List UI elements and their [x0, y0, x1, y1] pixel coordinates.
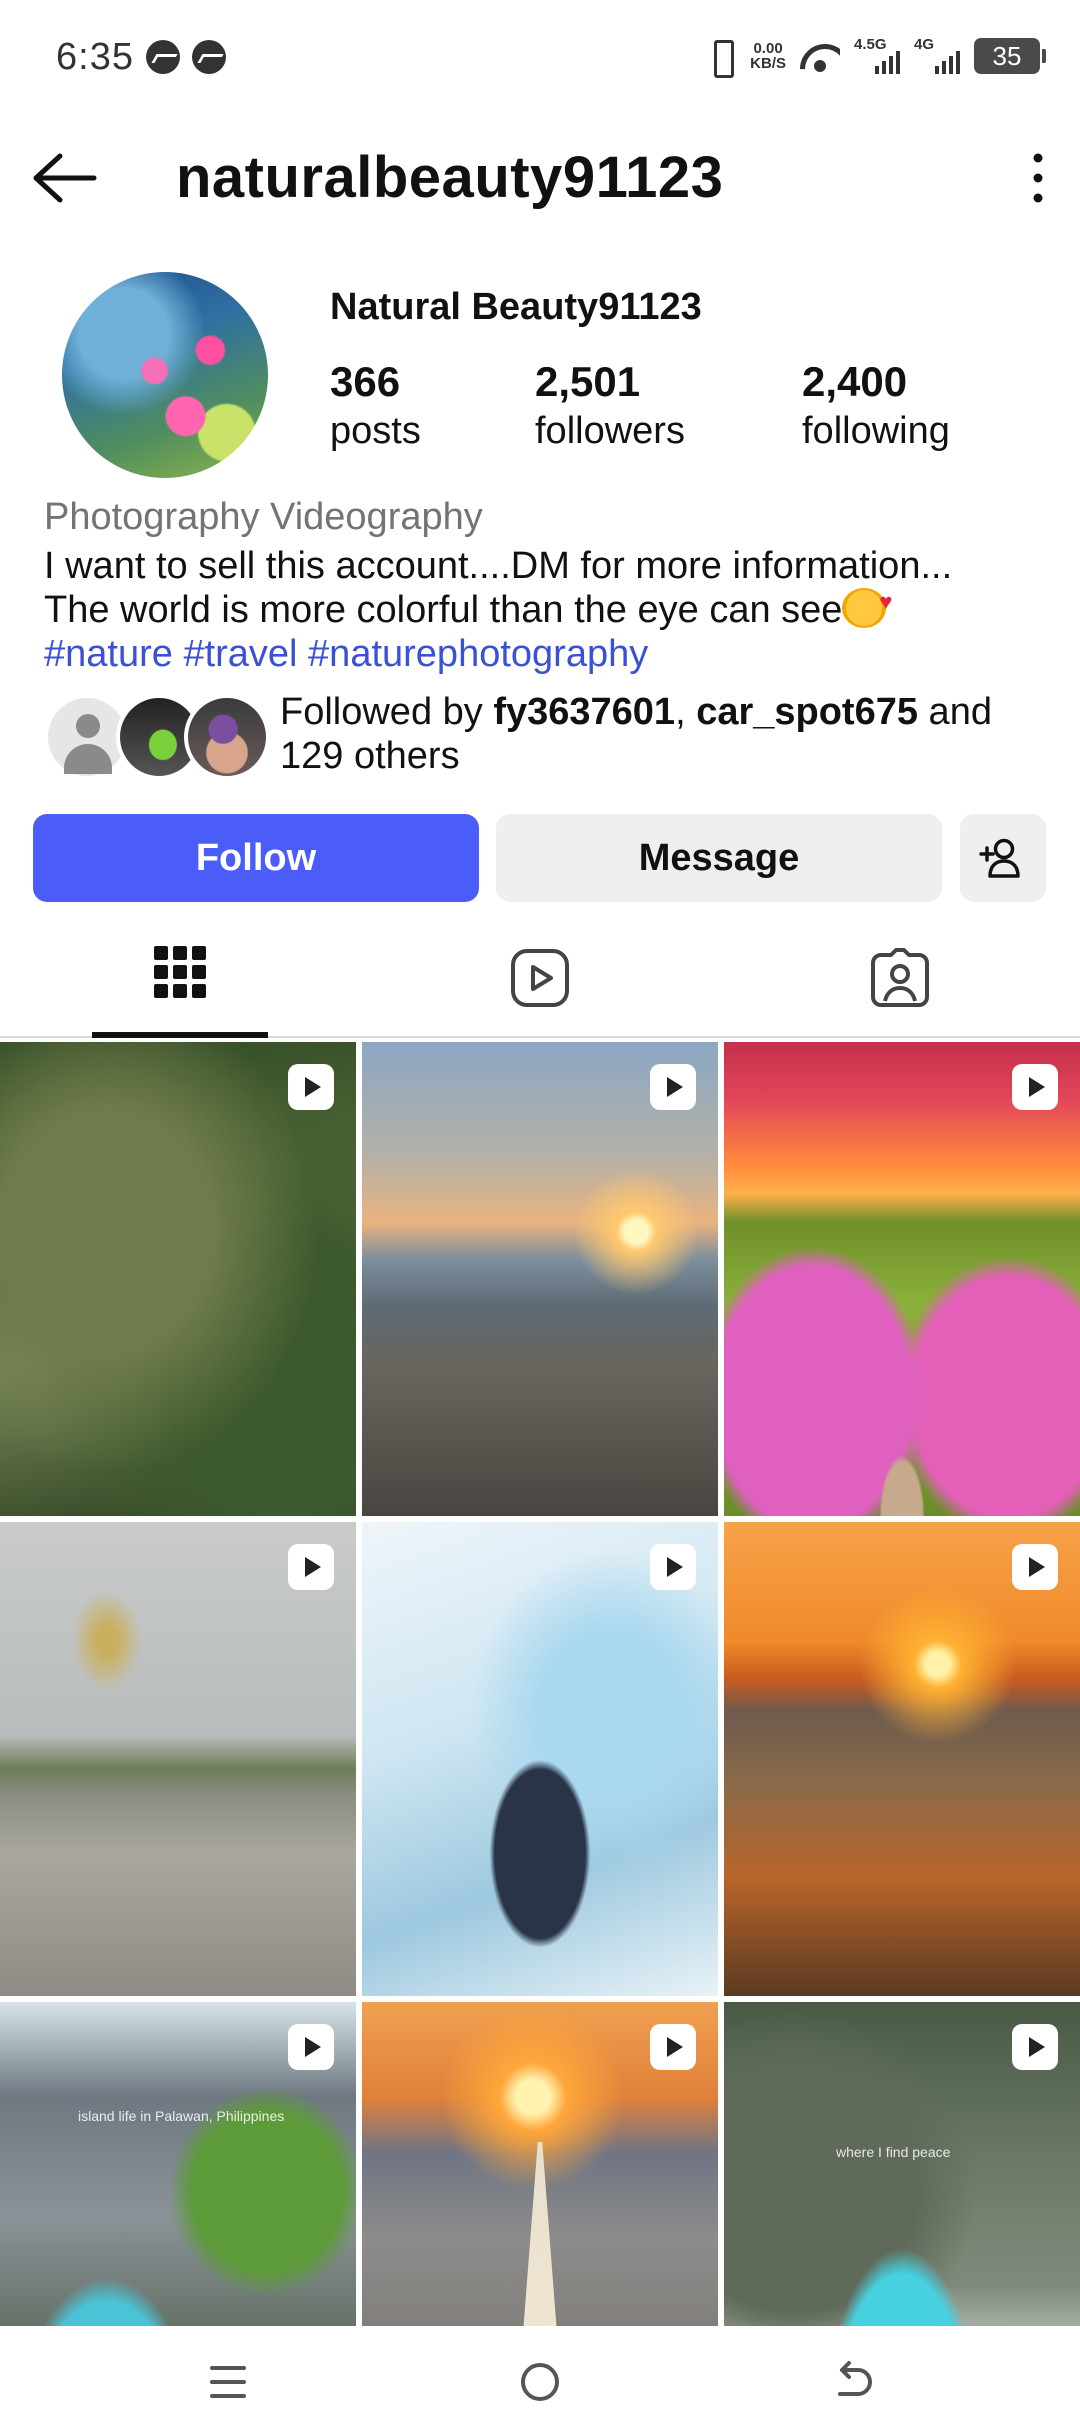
message-button[interactable]: Message — [496, 814, 942, 902]
stat-label: followers — [535, 410, 685, 452]
suggested-users-button[interactable] — [960, 814, 1046, 902]
followers-stat[interactable]: 2,501 followers — [535, 358, 685, 453]
mutual-username[interactable]: fy3637601 — [493, 691, 675, 733]
messenger-icon — [192, 40, 226, 74]
signal-icon: 4.5G — [854, 36, 900, 76]
reel-icon — [1012, 1544, 1058, 1590]
tagged-icon — [871, 948, 929, 1007]
post-thumbnail[interactable] — [362, 1042, 718, 1516]
tab-tagged[interactable] — [720, 920, 1080, 1036]
add-user-icon — [979, 838, 1020, 878]
back-icon[interactable] — [822, 2352, 882, 2412]
stat-value: 2,501 — [535, 358, 641, 405]
follow-button[interactable]: Follow — [33, 814, 479, 902]
network-speed: 0.00 KB/S — [750, 41, 786, 71]
profile-bio: I want to sell this account....DM for mo… — [44, 544, 1044, 676]
post-thumbnail[interactable]: island life in Palawan, Philippines — [0, 2002, 356, 2326]
post-overlay-text: where I find peace — [836, 2144, 951, 2160]
followed-by-label: Followed by — [280, 691, 494, 733]
mutual-username[interactable]: car_spot675 — [696, 691, 918, 733]
post-overlay-text: island life in Palawan, Philippines — [78, 2108, 285, 2124]
messenger-icon — [146, 40, 180, 74]
bio-line: The world is more colorful than the eye … — [44, 589, 843, 631]
stat-label: following — [802, 410, 950, 452]
network-type: 4G — [914, 36, 935, 53]
mutual-followers[interactable]: Followed by fy3637601, car_spot675 and 1… — [44, 690, 1044, 780]
reel-icon — [288, 1544, 334, 1590]
tab-posts-grid[interactable] — [0, 920, 360, 1036]
signal-icon: 4G — [914, 36, 960, 76]
status-bar: 6:35 0.00 KB/S 4.5G 4G 35 — [0, 0, 1080, 110]
vibrate-icon — [706, 38, 736, 78]
profile-tabs — [0, 920, 1080, 1038]
post-thumbnail[interactable] — [724, 1042, 1080, 1516]
stat-value: 2,400 — [802, 358, 908, 405]
followed-by-text: Followed by fy3637601, car_spot675 and 1… — [280, 690, 1060, 778]
post-thumbnail[interactable] — [724, 1522, 1080, 1996]
reels-icon — [511, 949, 569, 1007]
page-title: naturalbeauty91123 — [176, 145, 724, 210]
reel-icon — [288, 1064, 334, 1110]
reel-icon — [650, 1544, 696, 1590]
system-nav-bar — [0, 2326, 1080, 2436]
profile-category: Photography Videography — [44, 496, 483, 538]
separator: , — [675, 691, 697, 733]
post-thumbnail[interactable] — [362, 1522, 718, 1996]
status-icons: 0.00 KB/S 4.5G 4G 35 — [706, 34, 1046, 78]
display-name: Natural Beauty91123 — [330, 286, 702, 328]
wifi-icon — [800, 40, 840, 72]
stat-label: posts — [330, 410, 421, 452]
bio-line: I want to sell this account....DM for mo… — [44, 545, 953, 587]
reel-icon — [650, 2024, 696, 2070]
home-icon[interactable] — [510, 2352, 570, 2412]
stat-value: 366 — [330, 358, 401, 405]
tab-reels[interactable] — [360, 920, 720, 1036]
reel-icon — [288, 2024, 334, 2070]
reel-icon — [1012, 1064, 1058, 1110]
profile-avatar[interactable] — [62, 272, 268, 478]
back-arrow-icon[interactable] — [32, 152, 98, 204]
follower-avatar — [184, 694, 270, 780]
smiling-face-with-hearts-icon — [842, 580, 892, 628]
reel-icon — [1012, 2024, 1058, 2070]
bio-hashtags[interactable]: #nature #travel #naturephotography — [44, 632, 1044, 676]
post-thumbnail[interactable] — [362, 2002, 718, 2326]
menu-icon[interactable] — [198, 2352, 258, 2412]
active-tab-indicator — [92, 1032, 268, 1038]
speed-unit: KB/S — [750, 55, 786, 72]
posts-stat[interactable]: 366 posts — [330, 358, 421, 453]
grid-icon — [154, 946, 206, 998]
following-stat[interactable]: 2,400 following — [802, 358, 950, 453]
post-thumbnail[interactable]: where I find peace — [724, 2002, 1080, 2326]
status-time: 6:35 — [56, 36, 134, 78]
post-thumbnail[interactable] — [0, 1042, 356, 1516]
reel-icon — [650, 1064, 696, 1110]
post-thumbnail[interactable] — [0, 1522, 356, 1996]
battery-icon: 35 — [974, 38, 1046, 74]
posts-grid: island life in Palawan, Philippines wher… — [0, 1042, 1080, 2326]
profile-header: naturalbeauty91123 — [0, 130, 1080, 226]
more-options-icon[interactable] — [1016, 146, 1060, 210]
